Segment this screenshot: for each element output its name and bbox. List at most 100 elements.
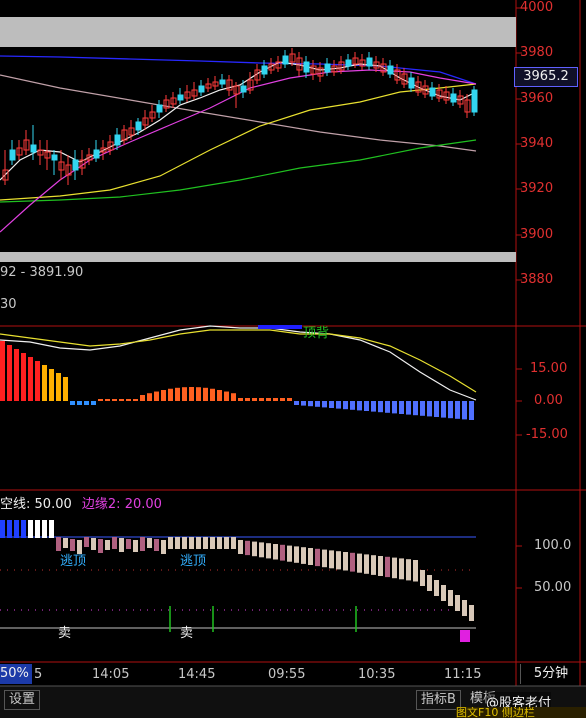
lower-bar — [301, 547, 306, 564]
macd-bar — [98, 399, 103, 401]
macd-bar — [329, 401, 334, 408]
lower-bar — [105, 540, 110, 550]
macd-bar — [210, 388, 215, 401]
lower-bar — [175, 537, 180, 549]
macd-bar — [14, 349, 19, 401]
macd-bar — [84, 401, 89, 405]
macd-bar — [217, 390, 222, 401]
lower-bar — [91, 538, 96, 550]
chart-canvas[interactable] — [0, 0, 586, 718]
price-tick-3940: 3940 — [520, 136, 554, 151]
macd-bar — [224, 391, 229, 401]
price-tick-3920: 3920 — [520, 181, 554, 196]
sell-signal-2: 卖 — [180, 626, 194, 641]
candle-body — [72, 159, 79, 171]
candle-body — [156, 104, 163, 113]
candle-body — [387, 65, 394, 75]
macd-bar — [385, 401, 390, 413]
lower-bar — [434, 580, 439, 596]
lower-bar — [455, 595, 460, 611]
macd-bar — [322, 401, 327, 408]
indicator-button[interactable]: 指标B — [416, 690, 461, 710]
macd-bar — [469, 401, 474, 420]
macd-bar — [392, 401, 397, 414]
lower-bar — [7, 520, 12, 538]
lower-bar — [399, 558, 404, 580]
macd-bar — [21, 353, 26, 401]
macd-bar — [357, 401, 362, 411]
macd-bar — [378, 401, 383, 413]
macd-signal-band — [258, 325, 302, 329]
lower-bar — [189, 537, 194, 549]
lower-bar — [182, 537, 187, 549]
macd-bar — [28, 357, 33, 401]
macd-bar — [294, 401, 299, 405]
lower-bar — [392, 557, 397, 579]
candle-body — [135, 121, 142, 131]
lower-bar — [231, 537, 236, 549]
f10-sidebar-tab[interactable]: 图文F10 侧边栏 — [456, 707, 586, 718]
lower-bar — [217, 537, 222, 549]
settings-button[interactable]: 设置 — [4, 690, 41, 710]
lower-bar — [21, 520, 26, 538]
lower-bar — [322, 549, 327, 568]
lower-bar — [98, 539, 103, 553]
macd-bar — [301, 401, 306, 406]
macd-bar — [182, 387, 187, 401]
candle-body — [450, 93, 457, 103]
lower-bar — [42, 520, 47, 538]
time-partial-label: 5 — [34, 667, 43, 682]
legend-label-2: 边缘2: — [81, 497, 121, 512]
candle-body — [366, 57, 373, 67]
lower-bar — [126, 539, 131, 549]
macd-bar — [231, 393, 236, 401]
macd-bar — [280, 398, 285, 401]
candle-body — [429, 87, 436, 97]
macd-bar — [42, 365, 47, 401]
macd-bar — [350, 401, 355, 410]
macd-bar — [105, 399, 110, 401]
candle-body — [240, 85, 247, 93]
period-selector[interactable]: 5分钟 — [520, 664, 581, 684]
lower-bar — [147, 538, 152, 548]
lower-bar — [224, 537, 229, 549]
macd-bar — [35, 361, 40, 401]
macd-tick-0: 0.00 — [534, 393, 563, 408]
macd-bar — [77, 401, 82, 405]
lower-bar — [427, 575, 432, 591]
candle-body — [303, 61, 310, 73]
lower-bar — [252, 541, 257, 557]
price-extra-text: 30 — [0, 297, 17, 312]
lower-bar — [63, 538, 68, 548]
price-tick-3900: 3900 — [520, 227, 554, 242]
macd-bar — [119, 399, 124, 401]
lower-bar — [35, 520, 40, 538]
price-tick-3880: 3880 — [520, 272, 554, 287]
macd-bar — [112, 399, 117, 401]
macd-histogram — [0, 341, 474, 420]
macd-bar — [63, 377, 68, 401]
macd-bar — [70, 401, 75, 405]
candle-body — [324, 63, 331, 73]
candle-body — [282, 55, 289, 65]
macd-bar — [147, 393, 152, 401]
lower-bar — [161, 540, 166, 554]
lower-bar — [378, 556, 383, 576]
lower-tick-100: 100.0 — [534, 538, 572, 553]
macd-bar — [140, 395, 145, 401]
macd-bar — [91, 401, 96, 405]
macd-bar — [126, 399, 131, 401]
macd-bar — [196, 387, 201, 401]
lower-bar — [14, 520, 19, 538]
zoom-indicator[interactable]: 50% — [0, 664, 32, 684]
macd-bar — [427, 401, 432, 417]
macd-bar — [364, 401, 369, 411]
macd-bar — [336, 401, 341, 409]
magenta-marker — [460, 630, 470, 642]
candle-body — [408, 77, 415, 89]
macd-bar — [238, 398, 243, 401]
macd-bar — [413, 401, 418, 416]
lower-gray-band — [0, 252, 516, 262]
lower-bar — [238, 540, 243, 554]
macd-bar — [399, 401, 404, 414]
